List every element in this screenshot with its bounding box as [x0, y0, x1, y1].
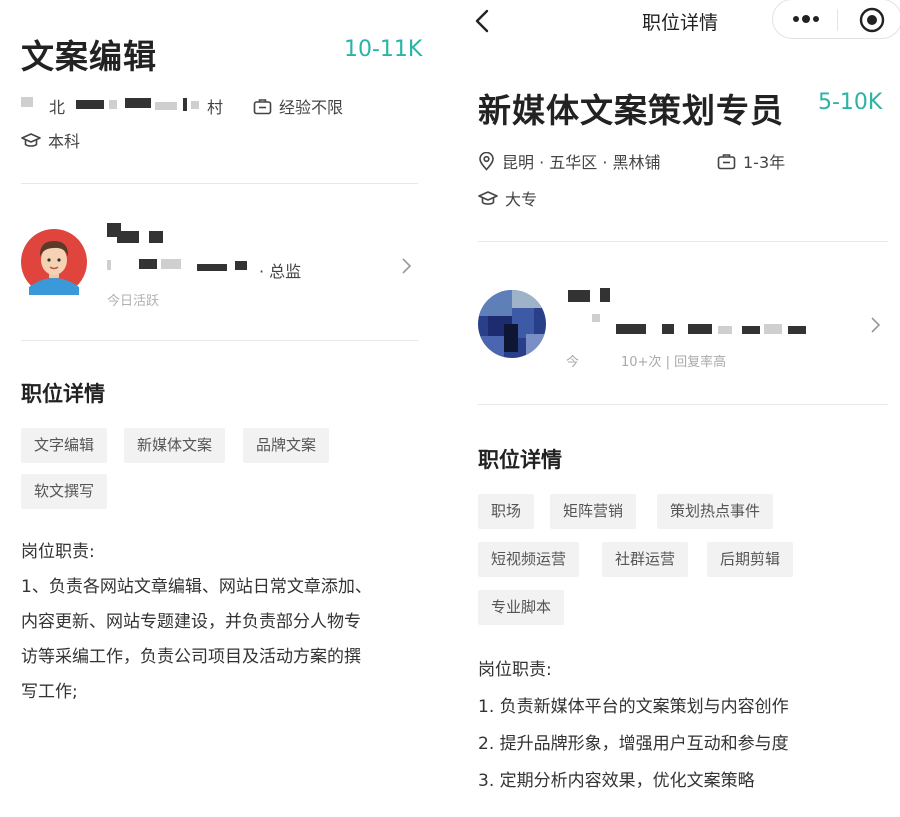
- education: 大专: [478, 186, 537, 210]
- duty-heading: 岗位职责:: [478, 660, 552, 680]
- briefcase-icon: [717, 153, 736, 169]
- right-job-panel: 职位详情 新媒体文案策划专员 5-10K 昆明 · 五华区 · 黑林铺 1-3年…: [457, 0, 900, 817]
- location: 昆明 · 五华区 · 黑林铺: [478, 149, 661, 173]
- left-job-panel: 文案编辑 10-11K 北 村 经验不限 本科 · 总监 今日活跃 职位详情 文…: [0, 0, 440, 817]
- boss-stats-text: 10+次 | 回复率高: [621, 355, 727, 370]
- skill-tag: 策划热点事件: [657, 494, 774, 529]
- chevron-right-icon: [402, 258, 412, 274]
- skill-tag: 软文撰写: [21, 474, 108, 509]
- location-suffix: 村: [207, 98, 224, 117]
- skill-tag: 新媒体文案: [124, 428, 226, 463]
- duty-line: 1、负责各网站文章编辑、网站日常文章添加、: [21, 577, 372, 597]
- duty-description: 岗位职责: 1、负责各网站文章编辑、网站日常文章添加、 内容更新、网站专题建设，…: [21, 535, 421, 710]
- back-arrow-icon[interactable]: [474, 9, 490, 33]
- divider: [21, 340, 418, 341]
- experience-label: 经验不限: [279, 98, 344, 117]
- duty-line: 3. 定期分析内容效果，优化文案策略: [478, 771, 755, 791]
- capsule-separator: [837, 9, 838, 31]
- boss-stats-prefix: 今: [566, 355, 580, 370]
- location-pin-icon: [479, 151, 494, 171]
- location-label: 昆明 · 五华区 · 黑林铺: [502, 153, 661, 172]
- close-target-icon[interactable]: [859, 7, 885, 33]
- job-title: 文案编辑: [21, 37, 157, 76]
- graduation-cap-icon: [478, 190, 498, 205]
- education: 本科: [21, 128, 80, 152]
- boss-title: · 总监: [259, 262, 302, 281]
- duty-line: 2. 提升品牌形象，增强用户互动和参与度: [478, 734, 789, 754]
- experience-label: 1-3年: [743, 153, 786, 172]
- salary: 10-11K: [344, 37, 423, 62]
- boss-avatar: [21, 229, 87, 295]
- skill-tag: 后期剪辑: [707, 542, 794, 577]
- boss-card[interactable]: 今 10+次 | 回复率高: [478, 278, 888, 388]
- nav-title: 职位详情: [642, 12, 719, 34]
- skill-tag: 品牌文案: [243, 428, 330, 463]
- education-label: 大专: [505, 190, 538, 209]
- more-icon[interactable]: [791, 13, 821, 25]
- experience: 经验不限: [253, 94, 343, 118]
- job-title: 新媒体文案策划专员: [478, 91, 784, 130]
- divider: [478, 241, 888, 242]
- boss-active-status: 今日活跃: [107, 294, 160, 309]
- duty-description: 岗位职责: 1. 负责新媒体平台的文案策划与内容创作 2. 提升品牌形象，增强用…: [478, 652, 888, 800]
- location-prefix: 北: [49, 98, 66, 117]
- duty-line: 1. 负责新媒体平台的文案策划与内容创作: [478, 697, 789, 717]
- skill-tag: 职场: [478, 494, 535, 529]
- briefcase-icon: [253, 98, 272, 114]
- chevron-right-icon: [871, 317, 881, 333]
- skill-tag: 矩阵营销: [550, 494, 637, 529]
- skill-tag: 短视频运营: [478, 542, 580, 577]
- salary: 5-10K: [818, 90, 883, 115]
- skill-tag: 社群运营: [602, 542, 689, 577]
- divider: [21, 183, 418, 184]
- skill-tag: 文字编辑: [21, 428, 108, 463]
- experience: 1-3年: [717, 149, 785, 173]
- section-title: 职位详情: [478, 448, 562, 472]
- duty-heading: 岗位职责:: [21, 542, 95, 562]
- boss-avatar: [478, 290, 546, 358]
- boss-title-text: 总监: [269, 262, 302, 281]
- duty-line: 访等采编工作，负责公司项目及活动方案的撰: [21, 647, 361, 667]
- section-title: 职位详情: [21, 382, 105, 406]
- mini-program-capsule: [772, 0, 900, 39]
- divider: [478, 404, 888, 405]
- duty-line: 写工作;: [21, 682, 78, 702]
- skill-tag: 专业脚本: [478, 590, 565, 625]
- location: 北 村: [21, 94, 241, 117]
- boss-card[interactable]: · 总监 今日活跃: [21, 215, 421, 310]
- graduation-cap-icon: [21, 132, 41, 147]
- duty-line: 内容更新、网站专题建设，并负责部分人物专: [21, 612, 361, 632]
- boss-stats: 今 10+次 | 回复率高: [566, 351, 726, 370]
- education-label: 本科: [48, 132, 81, 151]
